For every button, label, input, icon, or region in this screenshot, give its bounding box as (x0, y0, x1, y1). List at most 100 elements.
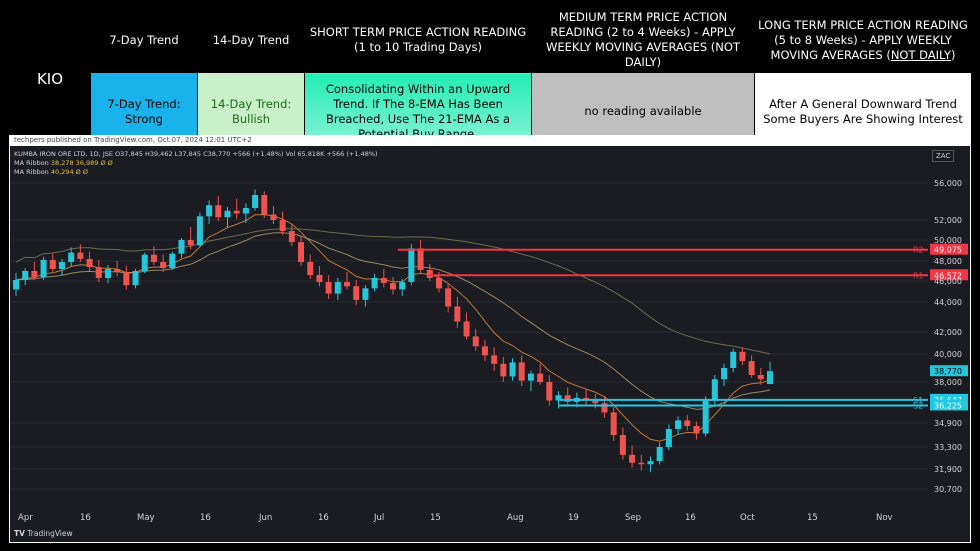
header-short-term-sub: (1 to 10 Trading Days) (354, 40, 482, 54)
candle-body (325, 282, 332, 294)
trend-table: KIO 7-Day Trend 14-Day Trend SHORT TERM … (9, 7, 972, 151)
price-chart[interactable]: R249,075R146,572S136,647S236,22538,770 5… (10, 146, 970, 542)
level-value-s2: 36,225 (934, 401, 962, 410)
x-tick-label: May (137, 513, 155, 523)
candle-body (40, 259, 47, 277)
candle (252, 189, 259, 211)
ma1-label: MA Ribbon (14, 159, 49, 167)
candle-body (739, 351, 746, 361)
candle (233, 198, 240, 220)
candle-body (371, 278, 378, 289)
candle (748, 355, 755, 378)
candle (22, 268, 29, 286)
candle-body (757, 375, 764, 380)
y-tick-label: 44,000 (934, 298, 962, 307)
candle (224, 207, 231, 228)
candle-body (77, 252, 84, 259)
tv-brand: TradingView (27, 529, 73, 538)
chart-svg: R249,075R146,572S136,647S236,22538,770 5… (10, 179, 968, 523)
candle-body (68, 252, 75, 262)
y-tick-label: 46,000 (934, 277, 962, 286)
candle (693, 421, 700, 440)
candle-body (261, 195, 268, 215)
candle (49, 253, 56, 272)
candle (390, 277, 396, 295)
candle (546, 375, 553, 406)
moving-averages (15, 214, 771, 442)
candle (564, 387, 571, 406)
candle-body (463, 321, 470, 337)
y-tick-label: 33,300 (934, 443, 962, 452)
candle (445, 283, 452, 313)
candle-body (187, 240, 194, 246)
candle-body (417, 248, 424, 270)
candle (104, 265, 111, 284)
candle (702, 396, 709, 437)
levels: R249,075R146,572S136,647S236,22538,770 (398, 243, 968, 411)
candle (169, 251, 176, 270)
candle (141, 252, 148, 273)
y-tick-label: 38,000 (934, 378, 962, 387)
candle-body (527, 373, 534, 381)
candle-body (426, 270, 433, 278)
chart-legend: KUMBA IRON ORE LTD, 1D, JSE O37,845 H39,… (14, 150, 378, 177)
candle-body (454, 306, 461, 322)
header-short-term-title: SHORT TERM PRICE ACTION READING (309, 25, 527, 39)
candle-body (730, 351, 737, 368)
x-tick-label: Jul (373, 513, 384, 523)
y-tick-label: 50,000 (934, 236, 962, 245)
candle (261, 191, 268, 219)
x-tick-label: 16 (200, 513, 211, 523)
candle (316, 266, 323, 287)
x-tick-label: 15 (807, 513, 818, 523)
candle (454, 296, 461, 328)
candle-body (252, 195, 259, 208)
candle-body (58, 262, 65, 269)
candle-body (380, 278, 387, 284)
candle-body (592, 400, 599, 404)
candle (123, 266, 130, 290)
x-tick-label: Aug (507, 513, 524, 523)
x-tick-label: 19 (568, 513, 579, 523)
candle (380, 269, 387, 288)
candle (684, 415, 691, 431)
header-long-term-end: ) (950, 47, 956, 62)
candle (95, 259, 102, 283)
candle-body (114, 269, 121, 272)
header-medium-term: MEDIUM TERM PRICE ACTION READING (2 to 4… (531, 7, 755, 73)
y-tick-label: 56,000 (934, 179, 962, 188)
y-tick-label: 34,900 (934, 419, 962, 428)
candle-body (721, 368, 728, 380)
candle (270, 206, 277, 224)
candle-body (638, 462, 645, 465)
candle (77, 244, 84, 262)
candle (500, 356, 507, 382)
candle-body (619, 435, 626, 455)
candle-body (546, 382, 553, 401)
candle-body (22, 271, 29, 280)
candle (40, 256, 47, 280)
candle-body (509, 362, 516, 377)
candle-body (537, 373, 544, 382)
candle-body (684, 420, 691, 426)
candle-body (408, 248, 415, 283)
candle (610, 407, 617, 441)
candle-body (656, 447, 663, 462)
candle (288, 224, 295, 247)
candle-body (224, 210, 231, 218)
x-tick-label: Jun (258, 513, 272, 523)
candle (307, 254, 314, 279)
candle-body (767, 371, 773, 385)
last-price-label: 38,770 (934, 367, 962, 376)
candle-body (49, 259, 56, 269)
level-name-r2: R2 (913, 246, 924, 255)
candle-body (445, 288, 452, 307)
candle (665, 424, 672, 451)
candle (518, 355, 525, 386)
level-name-r1: R1 (913, 271, 924, 280)
currency-badge[interactable]: ZAC (932, 150, 955, 162)
candle (279, 211, 286, 235)
ma2-label: MA Ribbon (14, 168, 49, 176)
candle (509, 358, 516, 381)
candle-body (150, 254, 157, 262)
